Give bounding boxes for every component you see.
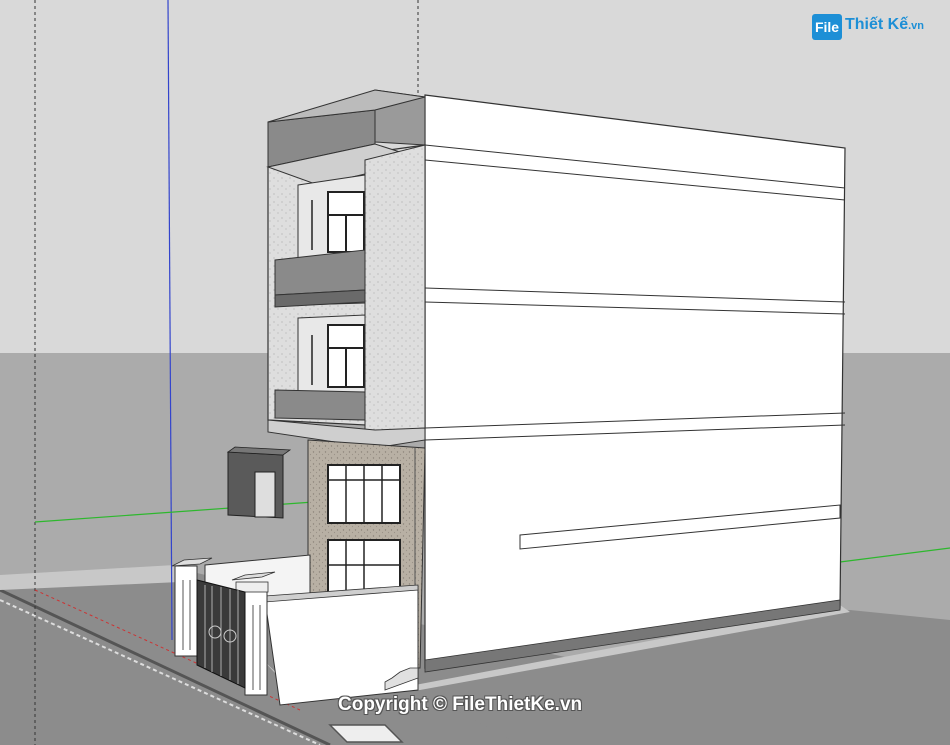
fence-wall-side xyxy=(264,587,419,706)
logo-text: Thiết Kế.vn xyxy=(845,16,924,34)
front-side-pillar xyxy=(364,144,426,433)
side-wall xyxy=(424,94,846,669)
balcony-glass-floor-2 xyxy=(274,389,366,421)
logo-badge: File xyxy=(812,14,842,40)
copyright-watermark: Copyright © FileThietKe.vn xyxy=(338,694,583,715)
logo-domain: .vn xyxy=(908,20,925,32)
ground-floor-window-upper xyxy=(327,464,401,524)
outbuilding-door xyxy=(254,471,276,518)
sketchup-viewport[interactable] xyxy=(0,0,950,745)
brand-logo: File Thiết Kế.vn xyxy=(812,12,942,42)
logo-name: Thiết Kế xyxy=(845,16,909,33)
